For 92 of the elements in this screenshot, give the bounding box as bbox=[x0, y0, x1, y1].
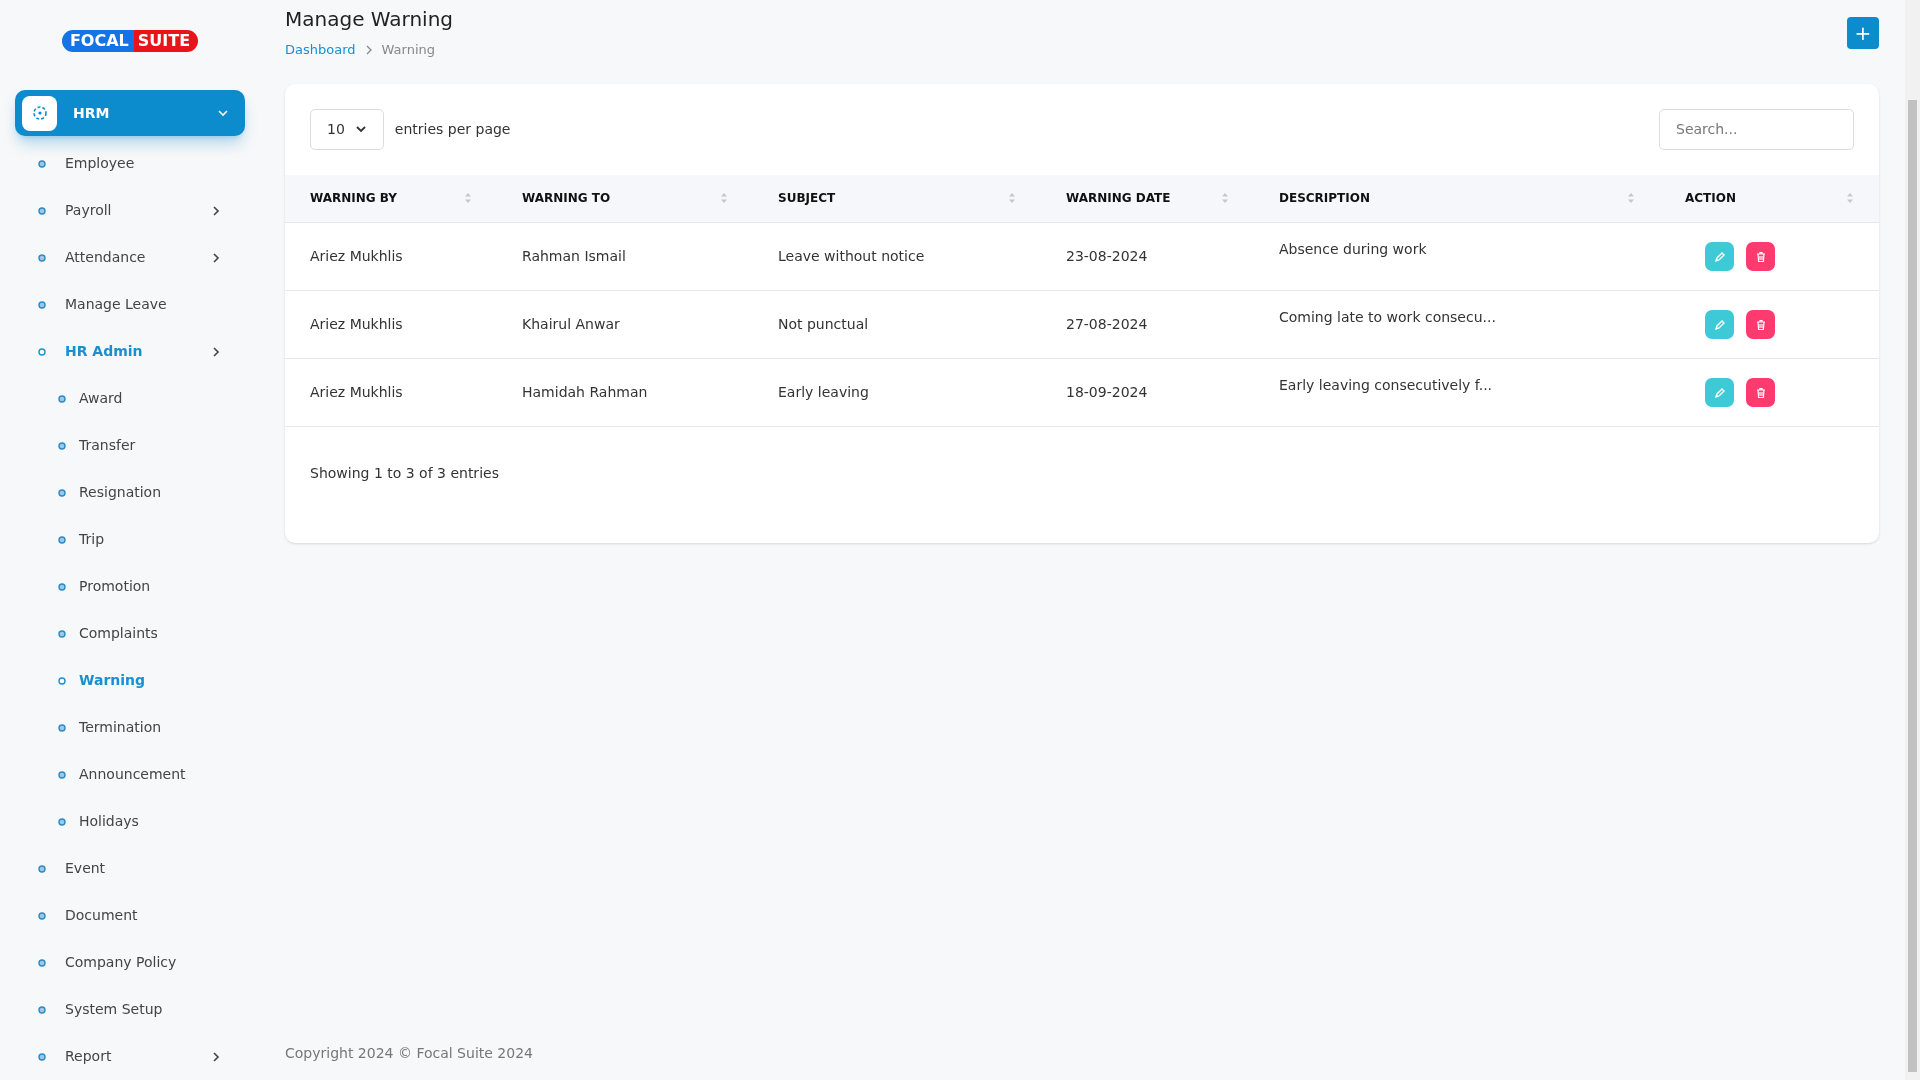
bullet-icon bbox=[38, 300, 46, 309]
table-cell: Ariez Mukhlis bbox=[310, 248, 403, 264]
sort-icon[interactable] bbox=[464, 192, 472, 205]
page-size-select[interactable]: 10 bbox=[310, 108, 384, 150]
table-cell: Ariez Mukhlis bbox=[310, 316, 403, 332]
sidebar-item[interactable]: Promotion bbox=[0, 563, 260, 610]
breadcrumb-current: Warning bbox=[381, 41, 435, 59]
bullet-icon bbox=[58, 723, 66, 732]
logo: FOCAL SUITE bbox=[61, 30, 199, 52]
sidebar-item[interactable]: Report bbox=[0, 1033, 260, 1080]
table-cell: Khairul Anwar bbox=[522, 316, 620, 332]
module-menu[interactable]: HRM bbox=[15, 90, 245, 136]
bullet-icon bbox=[38, 1005, 46, 1014]
table-cell: Not punctual bbox=[778, 316, 869, 332]
bullet-icon bbox=[58, 770, 66, 779]
sidebar-item[interactable]: Employee bbox=[0, 140, 260, 187]
column-header[interactable]: DESCRIPTION bbox=[1279, 189, 1370, 208]
bullet-icon bbox=[58, 817, 66, 826]
table-cell: Ariez Mukhlis bbox=[310, 384, 403, 400]
scrollbar[interactable] bbox=[1905, 0, 1920, 1080]
sidebar-item[interactable]: Resignation bbox=[0, 469, 260, 516]
pencil-icon bbox=[1713, 318, 1726, 331]
page-size-label: entries per page bbox=[394, 119, 511, 139]
bullet-icon bbox=[38, 911, 46, 920]
table-cell: 27-08-2024 bbox=[1066, 316, 1148, 332]
table-cell: 18-09-2024 bbox=[1066, 384, 1148, 400]
bullet-icon bbox=[58, 676, 66, 685]
bullet-icon bbox=[58, 441, 66, 450]
column-header[interactable]: SUBJECT bbox=[778, 189, 836, 208]
delete-button[interactable] bbox=[1746, 242, 1775, 271]
delete-button[interactable] bbox=[1746, 310, 1775, 339]
sidebar-item[interactable]: Payroll bbox=[0, 187, 260, 234]
module-icon bbox=[22, 95, 57, 131]
table-cell: Hamidah Rahman bbox=[522, 384, 648, 400]
table-cell: Rahman Ismail bbox=[522, 248, 626, 264]
sort-icon[interactable] bbox=[1846, 192, 1854, 205]
sidebar-item[interactable]: Attendance bbox=[0, 234, 260, 281]
sidebar-item[interactable]: Event bbox=[0, 845, 260, 892]
sidebar-item[interactable]: Company Policy bbox=[0, 939, 260, 986]
delete-button[interactable] bbox=[1746, 378, 1775, 407]
column-header[interactable]: ACTION bbox=[1685, 189, 1736, 208]
column-header[interactable]: WARNING DATE bbox=[1066, 189, 1171, 208]
add-button[interactable]: + bbox=[1847, 17, 1879, 49]
bullet-icon bbox=[58, 488, 66, 497]
page-title: Manage Warning bbox=[285, 6, 454, 33]
bullet-icon bbox=[38, 159, 46, 168]
chevron-down-icon bbox=[354, 125, 367, 133]
chevron-icon bbox=[217, 109, 229, 117]
sidebar-item[interactable]: Complaints bbox=[0, 610, 260, 657]
table-cell: Early leaving bbox=[778, 384, 869, 400]
sort-icon[interactable] bbox=[1008, 192, 1016, 205]
table-cell: Absence during work bbox=[1279, 241, 1427, 257]
entries-summary: Showing 1 to 3 of 3 entries bbox=[310, 465, 499, 481]
pencil-icon bbox=[1713, 250, 1726, 263]
column-header[interactable]: WARNING BY bbox=[310, 189, 397, 208]
sidebar-item[interactable]: Holidays bbox=[0, 798, 260, 845]
bullet-icon bbox=[38, 958, 46, 967]
sidebar-item[interactable]: Termination bbox=[0, 704, 260, 751]
column-header[interactable]: WARNING TO bbox=[522, 189, 611, 208]
table-cell: Coming late to work consecu... bbox=[1279, 309, 1496, 325]
table-cell: Leave without notice bbox=[778, 248, 925, 264]
pencil-icon bbox=[1713, 386, 1726, 399]
edit-button[interactable] bbox=[1705, 378, 1734, 407]
sidebar-item[interactable]: Trip bbox=[0, 516, 260, 563]
bullet-icon bbox=[58, 582, 66, 591]
bullet-icon bbox=[58, 535, 66, 544]
chevron-right-icon bbox=[365, 44, 372, 55]
trash-icon bbox=[1754, 386, 1767, 399]
bullet-icon bbox=[58, 394, 66, 403]
bullet-icon bbox=[38, 347, 46, 356]
edit-button[interactable] bbox=[1705, 242, 1734, 271]
sidebar-item[interactable]: Document bbox=[0, 892, 260, 939]
sidebar-item[interactable]: Manage Leave bbox=[0, 281, 260, 328]
copyright-text: Copyright 2024 © Focal Suite 2024 bbox=[285, 1044, 534, 1063]
sidebar-item[interactable]: System Setup bbox=[0, 986, 260, 1033]
trash-icon bbox=[1754, 250, 1767, 263]
table-cell: 23-08-2024 bbox=[1066, 248, 1148, 264]
sidebar-item[interactable]: Transfer bbox=[0, 422, 260, 469]
table-cell: Early leaving consecutively f... bbox=[1279, 377, 1493, 393]
bullet-icon bbox=[38, 206, 46, 215]
trash-icon bbox=[1754, 318, 1767, 331]
bullet-icon bbox=[38, 253, 46, 262]
sort-icon[interactable] bbox=[1627, 192, 1635, 205]
sort-icon[interactable] bbox=[720, 192, 728, 205]
bullet-icon bbox=[58, 629, 66, 638]
sort-icon[interactable] bbox=[1221, 192, 1229, 205]
bullet-icon bbox=[38, 1052, 46, 1061]
bullet-icon bbox=[38, 864, 46, 873]
sidebar-item[interactable]: Award bbox=[0, 375, 260, 422]
edit-button[interactable] bbox=[1705, 310, 1734, 339]
sidebar-item[interactable]: Announcement bbox=[0, 751, 260, 798]
search-field[interactable]: Search... bbox=[1659, 108, 1854, 150]
